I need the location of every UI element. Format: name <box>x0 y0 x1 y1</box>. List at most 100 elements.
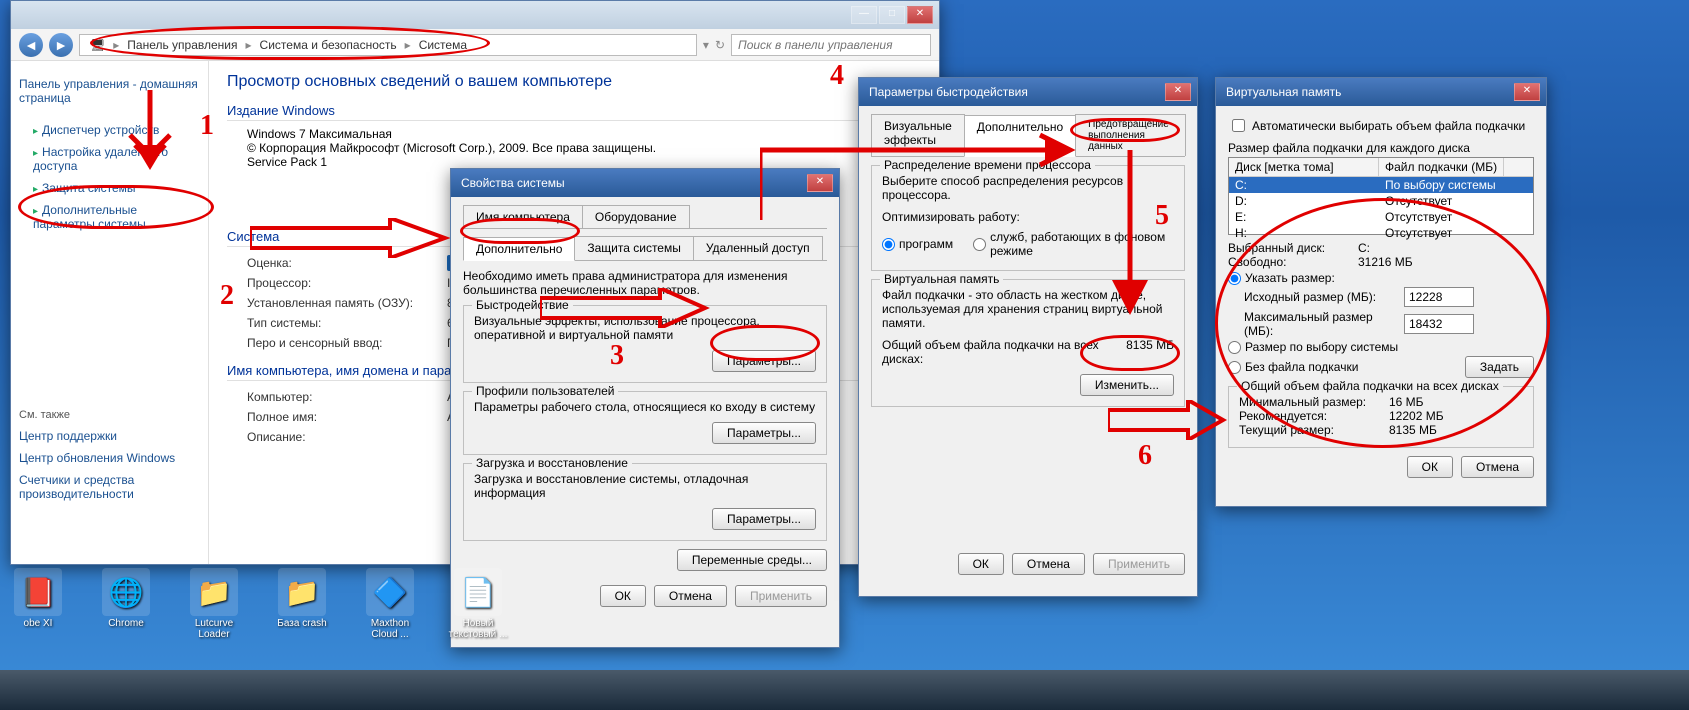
ok-button[interactable]: ОК <box>600 585 646 607</box>
desktop-icon[interactable]: 🔷Maxthon Cloud ... <box>358 568 422 640</box>
opt-services-radio[interactable]: служб, работающих в фоновом режиме <box>973 228 1174 260</box>
forward-button[interactable]: ► <box>49 33 73 57</box>
perf-params-button[interactable]: Параметры... <box>712 350 816 372</box>
vm-title: Виртуальная память <box>880 272 1003 286</box>
drive-row[interactable]: E:Отсутствует <box>1229 209 1533 225</box>
set-button[interactable]: Задать <box>1465 356 1534 378</box>
maximize-button[interactable]: □ <box>879 6 905 24</box>
startup-params-button[interactable]: Параметры... <box>712 508 816 530</box>
tab-computer-name[interactable]: Имя компьютера <box>463 205 583 228</box>
no-pagefile-radio[interactable]: Без файла подкачки <box>1228 358 1465 376</box>
col-disk: Диск [метка тома] <box>1229 158 1379 176</box>
tab-remote[interactable]: Удаленный доступ <box>693 236 823 260</box>
apply-button[interactable]: Применить <box>735 585 827 607</box>
desktop-icon[interactable]: 📕obe XI <box>6 568 70 640</box>
init-label: Исходный размер (МБ): <box>1244 290 1404 304</box>
desktop-icon[interactable]: 📁Lutcurve Loader <box>182 568 246 640</box>
startup-group: Загрузка и восстановление Загрузка и вос… <box>463 463 827 541</box>
drive-row[interactable]: H:Отсутствует <box>1229 225 1533 241</box>
sidebar-device-manager[interactable]: Диспетчер устройств <box>19 119 200 141</box>
file-icon: 📄 <box>454 568 502 616</box>
dialog-title: Виртуальная память <box>1222 85 1514 99</box>
max-label: Максимальный размер (МБ): <box>1244 310 1404 338</box>
sidebar-home-link[interactable]: Панель управления - домашняя страница <box>19 73 200 109</box>
apply-button[interactable]: Применить <box>1093 553 1185 575</box>
system-size-radio[interactable]: Размер по выбору системы <box>1228 338 1534 356</box>
tab-advanced[interactable]: Дополнительно <box>964 115 1076 157</box>
vm-total-value: 8135 МБ <box>1126 338 1174 366</box>
drive-row[interactable]: C:По выбору системы <box>1229 177 1533 193</box>
auto-checkbox[interactable]: Автоматически выбирать объем файла подка… <box>1228 114 1534 137</box>
change-button[interactable]: Изменить... <box>1080 374 1174 396</box>
close-button[interactable]: ✕ <box>1165 83 1191 101</box>
ok-button[interactable]: ОК <box>1407 456 1453 478</box>
cancel-button[interactable]: Отмена <box>1012 553 1085 575</box>
ok-button[interactable]: ОК <box>958 553 1004 575</box>
sidebar-system-protection[interactable]: Защита системы <box>19 177 200 199</box>
vm-group: Виртуальная память Файл подкачки - это о… <box>871 279 1185 407</box>
sched-desc: Выберите способ распределения ресурсов п… <box>882 174 1174 202</box>
dialog-titlebar: Виртуальная память ✕ <box>1216 78 1546 106</box>
copyright: © Корпорация Майкрософт (Microsoft Corp.… <box>247 141 921 155</box>
min-value: 16 МБ <box>1389 395 1424 409</box>
col-file: Файл подкачки (МБ) <box>1379 158 1504 176</box>
custom-size-radio[interactable]: Указать размер: <box>1228 269 1534 287</box>
performance-options-dialog: Параметры быстродействия ✕ Визуальные эф… <box>858 77 1198 597</box>
rec-label: Рекомендуется: <box>1239 409 1389 423</box>
desktop-icon[interactable]: 🌐Chrome <box>94 568 158 640</box>
tab-visual-effects[interactable]: Визуальные эффекты <box>871 114 965 156</box>
see-also-update[interactable]: Центр обновления Windows <box>19 447 200 469</box>
breadcrumb-item[interactable]: Система и безопасность <box>256 38 401 52</box>
close-button[interactable]: ✕ <box>907 6 933 24</box>
breadcrumb-item[interactable]: Панель управления <box>123 38 241 52</box>
profiles-desc: Параметры рабочего стола, относящиеся ко… <box>474 400 816 414</box>
see-also-perf[interactable]: Счетчики и средства производительности <box>19 469 200 505</box>
intro-text: Необходимо иметь права администратора дл… <box>463 269 827 297</box>
app-icon: 📕 <box>14 568 62 616</box>
tab-system-protection[interactable]: Защита системы <box>574 236 693 260</box>
init-size-input[interactable] <box>1404 287 1474 307</box>
close-button[interactable]: ✕ <box>807 174 833 192</box>
max-size-input[interactable] <box>1404 314 1474 334</box>
total-group: Общий объем файла подкачки на всех диска… <box>1228 386 1534 448</box>
vm-total-label: Общий объем файла подкачки на всех диска… <box>882 338 1126 366</box>
service-pack: Service Pack 1 <box>247 155 921 169</box>
minimize-button[interactable]: — <box>851 6 877 24</box>
breadcrumb-item[interactable]: Система <box>415 38 471 52</box>
cancel-button[interactable]: Отмена <box>654 585 727 607</box>
free-value: 31216 МБ <box>1358 255 1413 269</box>
opt-programs-radio[interactable]: программ <box>882 228 953 260</box>
drive-row[interactable]: D:Отсутствует <box>1229 193 1533 209</box>
desktop-icon[interactable]: 📁База crash <box>270 568 334 640</box>
window-chrome: — □ ✕ <box>11 1 939 29</box>
sel-label: Выбранный диск: <box>1228 241 1358 255</box>
startup-desc: Загрузка и восстановление системы, отлад… <box>474 472 816 500</box>
sidebar: Панель управления - домашняя страница Ди… <box>11 61 209 564</box>
cancel-button[interactable]: Отмена <box>1461 456 1534 478</box>
sidebar-remote-access[interactable]: Настройка удаленного доступа <box>19 141 200 177</box>
vm-desc: Файл подкачки - это область на жестком д… <box>882 288 1174 330</box>
see-also-support[interactable]: Центр поддержки <box>19 425 200 447</box>
sched-title: Распределение времени процессора <box>880 158 1095 172</box>
desktop-icon[interactable]: 📄Новый текстовый ... <box>446 568 510 640</box>
profiles-params-button[interactable]: Параметры... <box>712 422 816 444</box>
search-input[interactable] <box>731 34 931 56</box>
min-label: Минимальный размер: <box>1239 395 1389 409</box>
tab-hardware[interactable]: Оборудование <box>582 205 690 228</box>
full-label: Полное имя: <box>247 410 447 424</box>
sidebar-advanced-system[interactable]: Дополнительные параметры системы <box>19 199 200 235</box>
cur-value: 8135 МБ <box>1389 423 1437 437</box>
pen-label: Перо и сенсорный ввод: <box>247 336 447 350</box>
env-vars-button[interactable]: Переменные среды... <box>677 549 827 571</box>
comp-label: Компьютер: <box>247 390 447 404</box>
desc-label: Описание: <box>247 430 447 444</box>
close-button[interactable]: ✕ <box>1514 83 1540 101</box>
back-button[interactable]: ◄ <box>19 33 43 57</box>
breadcrumb[interactable]: 🖥▸ Панель управления▸ Система и безопасн… <box>79 34 697 56</box>
tab-advanced[interactable]: Дополнительно <box>463 237 575 261</box>
opt-label: Оптимизировать работу: <box>882 210 1174 224</box>
taskbar[interactable] <box>0 670 1689 710</box>
tab-dep[interactable]: Предотвращение выполнения данных <box>1075 114 1186 156</box>
total-title: Общий объем файла подкачки на всех диска… <box>1237 379 1503 393</box>
drive-list[interactable]: Диск [метка тома]Файл подкачки (МБ) C:По… <box>1228 157 1534 235</box>
